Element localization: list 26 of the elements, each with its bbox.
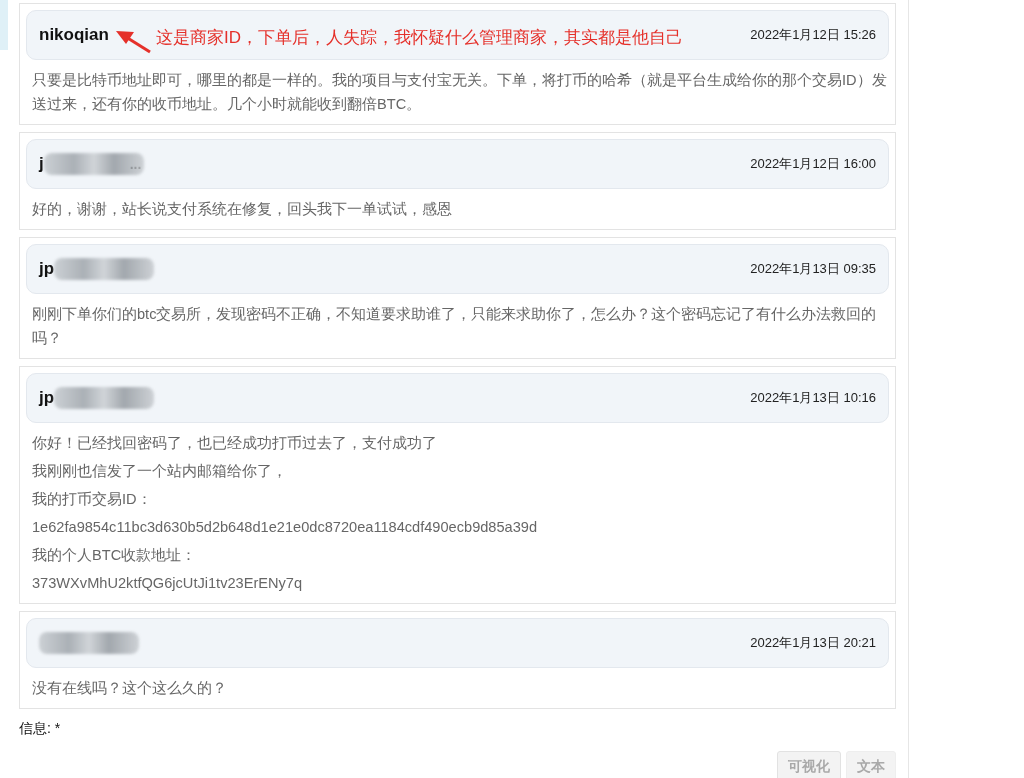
- author-name: jp: [39, 388, 55, 408]
- mode-button[interactable]: 文本: [846, 751, 896, 778]
- message-text: 1e62fa9854c11bc3d630b5d2b648d1e21e0dc8720ea1184cdf490ecb9d85a39d: [31, 518, 539, 537]
- message-time: 2022年1月13日 20:21: [750, 634, 876, 652]
- message-text: 刚刚下单你们的btc交易所，发现密码不正确，不知道要求助谁了，只能来求助你了，怎么办？这个密码忘记了有什么办法救回的吗？: [31, 305, 878, 348]
- message-time: 2022年1月12日 16:00: [750, 155, 876, 173]
- message-time: 2022年1月13日 10:16: [750, 389, 876, 407]
- message-label: 信息: *: [19, 720, 62, 738]
- message-text: 你好！已经找回密码了，也已经成功打币过去了，支付成功了: [31, 434, 438, 453]
- message-time: 2022年1月12日 15:26: [750, 26, 876, 44]
- message-text: 好的，谢谢，站长说支付系统在修复，回头我下一单试试，感恩: [31, 200, 453, 219]
- author-name: nikoqian: [39, 25, 109, 45]
- message-text: 没有在线吗？这个这么久的？: [31, 679, 228, 698]
- annotation-text: 这是商家ID，下单后，人失踪，我怀疑什么管理商家，其实都是他自己: [156, 27, 683, 49]
- sidebar-edge: [0, 0, 8, 50]
- message-text: 我刚刚也信发了一个站内邮箱给你了，: [31, 462, 288, 481]
- name-ellipsis: ...: [129, 156, 142, 172]
- message-time: 2022年1月13日 09:35: [750, 260, 876, 278]
- mode-button[interactable]: 可视化: [777, 751, 841, 778]
- message-text: 我的个人BTC收款地址：: [31, 546, 198, 565]
- message-text: 373WXvMhU2ktfQG6jcUtJi1tv23ErENy7q: [31, 574, 304, 593]
- message-text: 我的打币交易ID：: [31, 490, 153, 509]
- author-name: j: [39, 154, 44, 174]
- message-text: 只要是比特币地址即可，哪里的都是一样的。我的项目与支付宝无关。下单，将打币的哈希（就是平台生成给你的那个交易ID）发送过来，还有你的收币地址。几个小时就能收到翻倍BTC。: [31, 71, 888, 114]
- author-name: jp: [39, 259, 55, 279]
- arrow-icon: [116, 30, 152, 54]
